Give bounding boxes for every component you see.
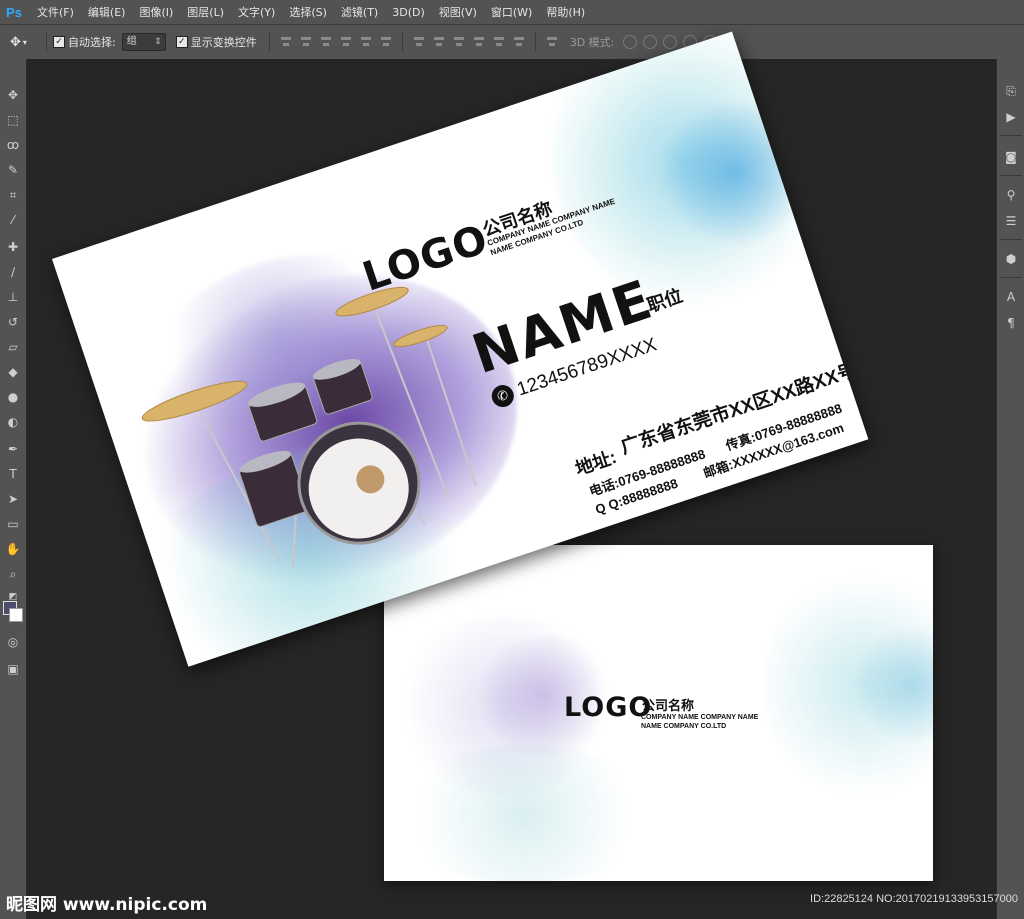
quick-select-tool-icon[interactable]: ✎ [5,162,21,178]
move-icon: ✥ [10,34,21,50]
separator [1000,277,1022,278]
business-card-back: LOGO 公司名称 COMPANY NAME COMPANY NAME NAME… [384,545,933,881]
dodge-tool-icon[interactable]: ◐ [5,414,21,430]
shape-tool-icon[interactable]: ▭ [5,516,21,532]
distribute-top-icon[interactable] [413,35,425,49]
crop-tool-icon[interactable]: ⌗ [5,187,21,203]
watercolor-blob [394,745,654,881]
distribute-bottom-icon[interactable] [453,35,465,49]
rotate-3d-icon[interactable] [623,35,638,49]
align-left-icon[interactable] [340,35,352,49]
paint-bucket-tool-icon[interactable]: ◆ [5,364,21,380]
healing-brush-tool-icon[interactable]: ✚ [5,239,21,255]
adjustments-panel-icon[interactable]: ◙ [1003,149,1019,165]
separator [401,32,403,52]
panel-dock: ⎘ ▶ ◙ ⚲ ☰ ⬢ A ¶ [996,59,1024,919]
separator [1000,135,1022,136]
image-id-watermark: ID:22825124 NO:20170219133953157000 [810,893,1018,905]
eyedropper-tool-icon[interactable]: ⁄ [5,212,21,228]
distribute-right-icon[interactable] [513,35,525,49]
paragraph-panel-icon[interactable]: ¶ [1003,315,1019,331]
auto-select-label: 自动选择: [68,36,116,49]
menu-type[interactable]: 文字(Y) [231,4,282,20]
align-top-icon[interactable] [280,35,292,49]
type-tool-icon[interactable]: T [5,466,21,482]
quick-mask-icon[interactable]: ◎ [5,634,21,650]
drag-3d-icon[interactable] [663,35,678,49]
cymbal [141,380,248,422]
align-hcenter-icon[interactable] [360,35,372,49]
show-transform-checkbox[interactable]: ✓ 显示变换控件 [175,34,257,50]
menu-edit[interactable]: 编辑(E) [81,4,133,20]
character-panel-icon[interactable]: A [1003,289,1019,305]
checkmark-icon: ✓ [53,36,65,48]
brush-panel-icon[interactable]: ⚲ [1003,187,1019,203]
back-company-en-2: NAME COMPANY CO.LTD [641,723,727,730]
show-transform-label: 显示变换控件 [190,36,257,49]
history-panel-icon[interactable]: ⎘ [1003,83,1019,99]
hand-tool-icon[interactable]: ✋ [5,541,21,557]
align-right-icon[interactable] [380,35,392,49]
pen-tool-icon[interactable]: ✒ [5,441,21,457]
site-watermark: 昵图网 www.nipic.com [6,895,208,915]
menu-layer[interactable]: 图层(L) [180,4,231,20]
background-color-swatch[interactable] [9,608,23,622]
back-company-en-1: COMPANY NAME COMPANY NAME [641,714,759,721]
separator [268,32,270,52]
separator [1000,175,1022,176]
cymbal [393,325,448,348]
auto-select-dropdown[interactable]: 组 [121,33,166,51]
move-tool-preset[interactable]: ✥ ▾ [10,35,40,50]
menu-view[interactable]: 视图(V) [432,4,484,20]
checkmark-icon: ✓ [175,36,188,48]
chevron-down-icon: ▾ [22,37,27,47]
history-brush-tool-icon[interactable]: ↺ [5,314,21,330]
menu-3d[interactable]: 3D(D) [385,6,432,19]
properties-panel-icon[interactable]: ☰ [1003,213,1019,229]
menu-filter[interactable]: 滤镜(T) [334,4,385,20]
menu-file[interactable]: 文件(F) [30,4,81,20]
brush-tool-icon[interactable]: ∕ [5,264,21,280]
3d-panel-icon[interactable]: ⬢ [1003,251,1019,267]
menu-select[interactable]: 选择(S) [282,4,334,20]
separator [46,32,47,52]
lasso-tool-icon[interactable]: ꝏ [5,137,21,153]
marquee-tool-icon[interactable]: ⬚ [5,112,21,128]
align-bottom-icon[interactable] [320,35,332,49]
back-company-name: 公司名称 [642,698,695,713]
distribute-hcenter-icon[interactable] [493,35,505,49]
distribute-vcenter-icon[interactable] [433,35,445,49]
menu-window[interactable]: 窗口(W) [484,4,539,20]
align-vcenter-icon[interactable] [300,35,312,49]
eraser-tool-icon[interactable]: ▱ [5,339,21,355]
tools-panel: ✥ ⬚ ꝏ ✎ ⌗ ⁄ ✚ ∕ ⊥ ↺ ▱ ◆ ● ◐ ✒ T ➤ ▭ ✋ ⌕ … [0,59,27,919]
back-logo: LOGO [564,692,653,723]
separator [1000,239,1022,240]
auto-align-icon[interactable] [546,35,558,49]
move-tool-icon[interactable]: ✥ [5,87,21,103]
mode-3d-label: 3D 模式: [569,36,615,49]
menu-image[interactable]: 图像(I) [132,4,180,20]
screen-mode-icon[interactable]: ▣ [5,661,21,677]
auto-select-checkbox[interactable]: ✓ 自动选择: [53,34,116,50]
photoshop-logo: Ps [6,4,22,20]
separator [534,32,536,52]
path-select-tool-icon[interactable]: ➤ [5,491,21,507]
options-bar: ✥ ▾ ✓ 自动选择: 组 ✓ 显示变换控件 3D 模式: [0,24,1024,60]
clone-stamp-tool-icon[interactable]: ⊥ [5,289,21,305]
distribute-left-icon[interactable] [473,35,485,49]
roll-3d-icon[interactable] [643,35,658,49]
menu-help[interactable]: 帮助(H) [539,4,592,20]
menu-bar: Ps 文件(F) 编辑(E) 图像(I) 图层(L) 文字(Y) 选择(S) 滤… [0,0,1024,24]
actions-panel-icon[interactable]: ▶ [1003,109,1019,125]
blur-tool-icon[interactable]: ● [5,389,21,405]
zoom-tool-icon[interactable]: ⌕ [5,566,21,582]
